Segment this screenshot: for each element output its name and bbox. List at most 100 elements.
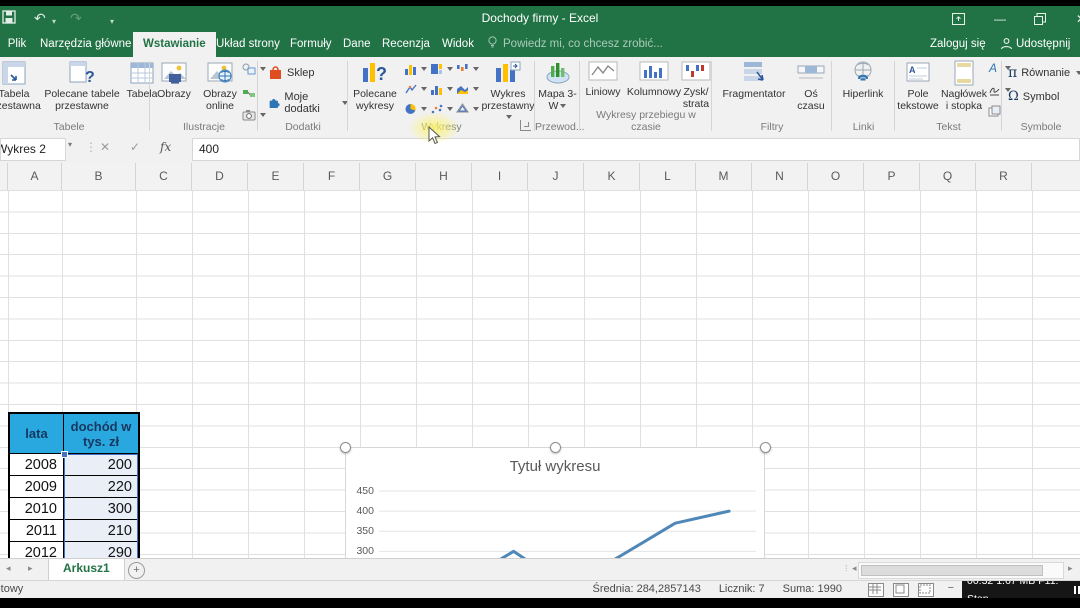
svg-text:?: ?: [376, 64, 387, 84]
column-header-L[interactable]: L: [640, 163, 696, 190]
formula-bar: Wykres 2 ▾ ⋮ ✕ ✓ fx 400: [0, 135, 1080, 164]
sheet-nav-right-icon[interactable]: ▸: [28, 563, 33, 574]
symbol-button[interactable]: Ω Symbol: [1008, 89, 1059, 104]
restore-button[interactable]: [1025, 10, 1055, 28]
worksheet-grid[interactable]: lata dochód w tys. zł 200820020092202010…: [0, 190, 1080, 558]
chart-handle-n[interactable]: [550, 442, 561, 453]
cell-income[interactable]: 210: [64, 520, 138, 542]
waterfall-chart-icon[interactable]: [456, 63, 479, 75]
cell-income[interactable]: 300: [64, 498, 138, 520]
sparkline-column-button[interactable]: Kolumnowy: [628, 60, 680, 99]
column-header-G[interactable]: G: [360, 163, 416, 190]
cell-year[interactable]: 2009: [10, 476, 64, 498]
page-layout-view-icon[interactable]: [893, 583, 909, 597]
horizontal-scrollbar-thumb[interactable]: [861, 565, 1043, 576]
normal-view-icon[interactable]: [868, 583, 884, 597]
hscroll-right-icon[interactable]: ▸: [1068, 563, 1073, 574]
tell-me-text[interactable]: Powiedz mi, co chcesz zrobić...: [503, 32, 663, 57]
close-button[interactable]: ✕: [1066, 10, 1080, 28]
column-header-K[interactable]: K: [584, 163, 640, 190]
column-header-R[interactable]: R: [976, 163, 1032, 190]
hierarchy-chart-icon[interactable]: [430, 63, 453, 75]
tab-uklad-strony[interactable]: Układ strony: [206, 32, 290, 57]
confirm-entry-icon[interactable]: ✓: [130, 140, 140, 154]
column-chart-icon[interactable]: [404, 63, 427, 75]
formula-input[interactable]: 400: [192, 138, 1080, 161]
cell-income[interactable]: 290: [64, 542, 138, 558]
recommended-pivottables-button[interactable]: ? Polecane tabele przestawne: [44, 60, 120, 112]
minimize-button[interactable]: —: [985, 10, 1015, 28]
column-header-H[interactable]: H: [416, 163, 472, 190]
column-header-D[interactable]: D: [192, 163, 248, 190]
page-break-view-icon[interactable]: [918, 583, 934, 597]
add-sheet-icon[interactable]: +: [128, 562, 145, 579]
ribbon-display-options-icon[interactable]: [943, 10, 973, 28]
column-header-C[interactable]: C: [136, 163, 192, 190]
cell-year[interactable]: 2010: [10, 498, 64, 520]
insert-function-icon[interactable]: fx: [160, 140, 171, 154]
chart-handle-ne[interactable]: [760, 442, 771, 453]
sparkline-line-button[interactable]: Liniowy: [580, 60, 626, 99]
radar-chart-icon[interactable]: [456, 103, 479, 115]
column-header-Q[interactable]: Q: [920, 163, 976, 190]
hyperlink-button[interactable]: Hiperlink: [835, 60, 891, 101]
column-header-O[interactable]: O: [808, 163, 864, 190]
stock-chart-icon[interactable]: [404, 83, 427, 95]
hscroll-left-icon[interactable]: ◂: [852, 563, 857, 574]
tab-scroll-splitter[interactable]: ⁞: [845, 563, 848, 573]
zoom-out-icon[interactable]: −: [948, 582, 954, 594]
area-chart-icon[interactable]: [456, 83, 479, 95]
sign-in-link[interactable]: Zaloguj się: [930, 32, 986, 57]
tab-widok[interactable]: Widok: [432, 32, 484, 57]
cell-year[interactable]: 2008: [10, 454, 64, 476]
column-header-P[interactable]: P: [864, 163, 920, 190]
name-box[interactable]: Wykres 2: [0, 138, 66, 161]
chart-object[interactable]: Tytuł wykresu 05010015020025030035040045…: [345, 447, 765, 558]
equation-button[interactable]: π Równanie: [1008, 65, 1080, 81]
column-header-F[interactable]: F: [304, 163, 360, 190]
my-addins-button[interactable]: Moje dodatki: [268, 91, 348, 115]
sparkline-winloss-button[interactable]: Zysk/ strata: [680, 60, 712, 110]
namebox-dropdown-icon[interactable]: ▾: [68, 140, 72, 149]
map-3d-button[interactable]: Mapa 3-W: [537, 60, 578, 112]
bar-chart-icon[interactable]: [430, 83, 453, 95]
horizontal-scrollbar[interactable]: [858, 562, 1064, 579]
cell-year[interactable]: 2011: [10, 520, 64, 542]
column-header-N[interactable]: N: [752, 163, 808, 190]
cell-income[interactable]: 200: [64, 454, 138, 476]
column-header-M[interactable]: M: [696, 163, 752, 190]
cell-year[interactable]: 2012: [10, 542, 64, 558]
recommended-charts-button[interactable]: ? Polecane wykresy: [350, 60, 400, 112]
column-header-E[interactable]: E: [248, 163, 304, 190]
store-button[interactable]: Sklep: [268, 65, 315, 80]
smartart-button[interactable]: [242, 89, 256, 101]
column-header-B[interactable]: B: [62, 163, 136, 190]
online-pictures-button[interactable]: Obrazy online: [198, 60, 242, 112]
cell-income[interactable]: 220: [64, 476, 138, 498]
share-button[interactable]: Udostępnij: [1016, 32, 1070, 57]
tab-recenzja[interactable]: Recenzja: [372, 32, 440, 57]
images-button[interactable]: Obrazy: [152, 60, 196, 101]
pivot-chart-button[interactable]: Wykres przestawny: [482, 60, 534, 124]
slicer-button[interactable]: Fragmentator: [716, 60, 792, 101]
textbox-button[interactable]: A Pole tekstowe: [895, 60, 941, 112]
sheet-tab-arkusz1[interactable]: Arkusz1: [48, 559, 125, 582]
column-header-I[interactable]: I: [472, 163, 528, 190]
sheet-nav-left-icon[interactable]: ◂: [6, 563, 11, 574]
pivot-table-button[interactable]: Tabela przestawna: [0, 60, 40, 112]
mouse-cursor: [428, 126, 442, 146]
object-button[interactable]: [988, 105, 1001, 118]
column-header-J[interactable]: J: [528, 163, 584, 190]
chart-handle-nw[interactable]: [340, 442, 351, 453]
cancel-entry-icon[interactable]: ✕: [100, 140, 110, 154]
chart-title[interactable]: Tytuł wykresu: [346, 458, 764, 475]
pause-icon[interactable]: [1074, 586, 1080, 594]
tab-wstawianie[interactable]: Wstawianie: [133, 32, 216, 57]
data-table[interactable]: lata dochód w tys. zł 200820020092202010…: [8, 412, 140, 558]
header-footer-button[interactable]: Nagłówek i stopka: [941, 60, 987, 112]
charts-dialog-launcher-icon[interactable]: [520, 120, 531, 131]
column-header-A[interactable]: A: [8, 163, 62, 190]
tab-narzedzia-glowne[interactable]: Narzędzia główne: [30, 32, 141, 57]
timeline-button[interactable]: Oś czasu: [792, 60, 830, 112]
group-links: Hiperlink Linki: [832, 57, 895, 135]
